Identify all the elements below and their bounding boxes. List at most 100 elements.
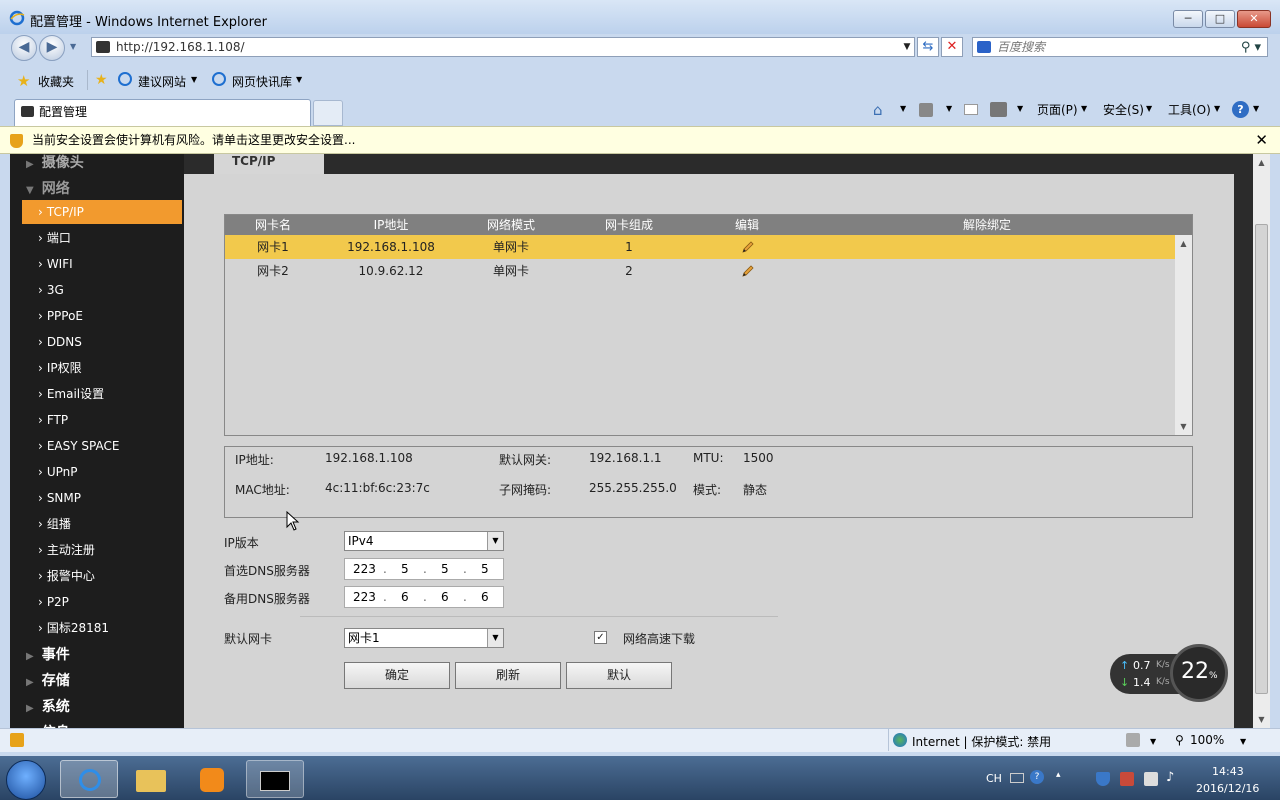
help-icon[interactable]: ?	[1030, 770, 1044, 784]
start-button[interactable]	[6, 760, 46, 800]
close-button[interactable]: ✕	[1237, 10, 1271, 28]
scroll-down-icon[interactable]: ▼	[1253, 711, 1270, 728]
mail-icon[interactable]	[964, 104, 978, 115]
chevron-down-icon[interactable]: ▼	[946, 104, 952, 113]
forward-button[interactable]: ▶	[39, 35, 65, 61]
recent-pages-icon[interactable]: ▼	[70, 42, 76, 51]
dns2-octet[interactable]: 6	[481, 587, 489, 607]
sidebar-item-p2p[interactable]: › P2P	[22, 590, 182, 614]
web-slice-gallery[interactable]: 网页快讯库	[232, 73, 292, 90]
sidebar-cat-system[interactable]: ▶ 系统	[26, 696, 70, 716]
page-scrollbar[interactable]: ▲ ▼	[1253, 154, 1270, 728]
dns2-octet[interactable]: 6	[441, 587, 449, 607]
language-indicator[interactable]: CH	[986, 772, 1002, 785]
zone-text[interactable]: Internet | 保护模式: 禁用	[912, 733, 1051, 750]
sidebar-item-gb28181[interactable]: › 国标28181	[22, 616, 182, 640]
edit-pencil-icon[interactable]	[741, 264, 755, 278]
default-nic-select[interactable]: 网卡1 ▼	[344, 628, 504, 648]
sidebar-item-ftp[interactable]: › FTP	[22, 408, 182, 432]
action-center-icon[interactable]	[1120, 772, 1134, 786]
volume-icon[interactable]: ♪	[1166, 770, 1174, 785]
clock-time[interactable]: 14:43	[1212, 765, 1244, 778]
refresh-icon[interactable]: ⇆	[917, 37, 939, 57]
help-icon[interactable]: ?	[1232, 101, 1249, 118]
chevron-down-icon[interactable]: ▼	[1081, 104, 1087, 113]
chevron-down-icon[interactable]: ▼	[1017, 104, 1023, 113]
search-box[interactable]: 百度搜索 ⚲ ▾	[972, 37, 1268, 57]
print-icon[interactable]	[990, 102, 1007, 117]
dns2-octet[interactable]: 6	[401, 587, 409, 607]
suggested-sites[interactable]: 建议网站	[138, 73, 186, 90]
sidebar-item-snmp[interactable]: › SNMP	[22, 486, 182, 510]
scroll-thumb[interactable]	[1255, 224, 1268, 694]
dns1-octet[interactable]: 5	[401, 559, 409, 579]
add-favorite-icon[interactable]: ★	[95, 72, 108, 88]
fast-download-checkbox[interactable]: ✓	[594, 631, 607, 644]
dns1-octet[interactable]: 5	[441, 559, 449, 579]
chevron-down-icon[interactable]: ▼	[296, 75, 302, 84]
back-button[interactable]: ◀	[11, 35, 37, 61]
scroll-down-icon[interactable]: ▼	[1175, 418, 1192, 435]
sidebar-item-email[interactable]: › Email设置	[22, 382, 182, 406]
taskbar-explorer[interactable]	[122, 760, 180, 798]
zoom-icon[interactable]: ⚲	[1175, 733, 1184, 747]
taskbar-ie[interactable]	[60, 760, 118, 798]
security-warning-icon[interactable]	[10, 733, 24, 747]
sidebar-item-alarm-center[interactable]: › 报警中心	[22, 564, 182, 588]
dns1-octet[interactable]: 5	[481, 559, 489, 579]
table-scrollbar[interactable]: ▲ ▼	[1175, 235, 1192, 435]
chevron-down-icon[interactable]: ▼	[1150, 737, 1156, 746]
new-tab-button[interactable]	[313, 100, 343, 126]
sidebar-item-pppoe[interactable]: › PPPoE	[22, 304, 182, 328]
dns1-octet[interactable]: 223	[353, 559, 376, 579]
taskbar-media[interactable]	[184, 760, 242, 798]
tools-menu[interactable]: 工具(O)	[1168, 101, 1211, 118]
table-row[interactable]: 网卡2 10.9.62.12 单网卡 2	[225, 259, 1175, 283]
scroll-up-icon[interactable]: ▲	[1253, 154, 1270, 171]
sidebar-item-3g[interactable]: › 3G	[22, 278, 182, 302]
ip-version-select[interactable]: IPv4 ▼	[344, 531, 504, 551]
sidebar-item-tcpip[interactable]: › TCP/IP	[22, 200, 182, 224]
sidebar-item-upnp[interactable]: › UPnP	[22, 460, 182, 484]
ok-button[interactable]: 确定	[344, 662, 450, 689]
protected-mode-icon[interactable]	[1126, 733, 1140, 747]
dns1-field[interactable]: 223 . 5 . 5 . 5	[344, 558, 504, 580]
favorites-button[interactable]: 收藏夹	[38, 73, 74, 90]
tab-config[interactable]: 配置管理	[14, 99, 311, 126]
minimize-button[interactable]: ─	[1173, 10, 1203, 28]
sidebar-item-ddns[interactable]: › DDNS	[22, 330, 182, 354]
close-icon[interactable]: ✕	[1255, 127, 1268, 154]
refresh-button[interactable]: 刷新	[455, 662, 561, 689]
address-bar[interactable]: http://192.168.1.108/	[91, 37, 915, 57]
zoom-level[interactable]: 100%	[1190, 733, 1224, 747]
scroll-up-icon[interactable]: ▲	[1175, 235, 1192, 252]
tray-expand-icon[interactable]: ▴	[1056, 770, 1061, 780]
sidebar-item-wifi[interactable]: › WIFI	[22, 252, 182, 276]
default-button[interactable]: 默认	[566, 662, 672, 689]
security-shield-icon[interactable]	[1096, 772, 1110, 786]
stop-icon[interactable]: ✕	[941, 37, 963, 57]
dns2-octet[interactable]: 223	[353, 587, 376, 607]
sidebar-item-auto-register[interactable]: › 主动注册	[22, 538, 182, 562]
chevron-down-icon[interactable]: ▼	[191, 75, 197, 84]
sidebar-cat-camera[interactable]: ▶ 摄像头	[26, 154, 84, 172]
sidebar-cat-events[interactable]: ▶ 事件	[26, 644, 70, 664]
chevron-down-icon[interactable]: ▼	[1253, 104, 1259, 113]
chevron-down-icon[interactable]: ▼	[1214, 104, 1220, 113]
chevron-down-icon[interactable]: ▼	[900, 104, 906, 113]
sidebar-cat-network[interactable]: ▼ 网络	[26, 178, 70, 198]
sidebar-item-easy-space[interactable]: › EASY SPACE	[22, 434, 182, 458]
sidebar-item-port[interactable]: › 端口	[22, 226, 182, 250]
page-menu[interactable]: 页面(P)	[1037, 101, 1078, 118]
sidebar-cat-storage[interactable]: ▶ 存储	[26, 670, 70, 690]
safety-menu[interactable]: 安全(S)	[1103, 101, 1144, 118]
sidebar-item-multicast[interactable]: › 组播	[22, 512, 182, 536]
dns2-field[interactable]: 223 . 6 . 6 . 6	[344, 586, 504, 608]
clock-date[interactable]: 2016/12/16	[1196, 782, 1259, 795]
rss-icon[interactable]	[919, 103, 933, 117]
tab-tcpip[interactable]: TCP/IP	[214, 154, 324, 174]
sidebar-item-ip-filter[interactable]: › IP权限	[22, 356, 182, 380]
edit-pencil-icon[interactable]	[741, 240, 755, 254]
address-dropdown-icon[interactable]: ▼	[899, 37, 915, 57]
search-icon[interactable]: ⚲ ▾	[1241, 39, 1261, 57]
